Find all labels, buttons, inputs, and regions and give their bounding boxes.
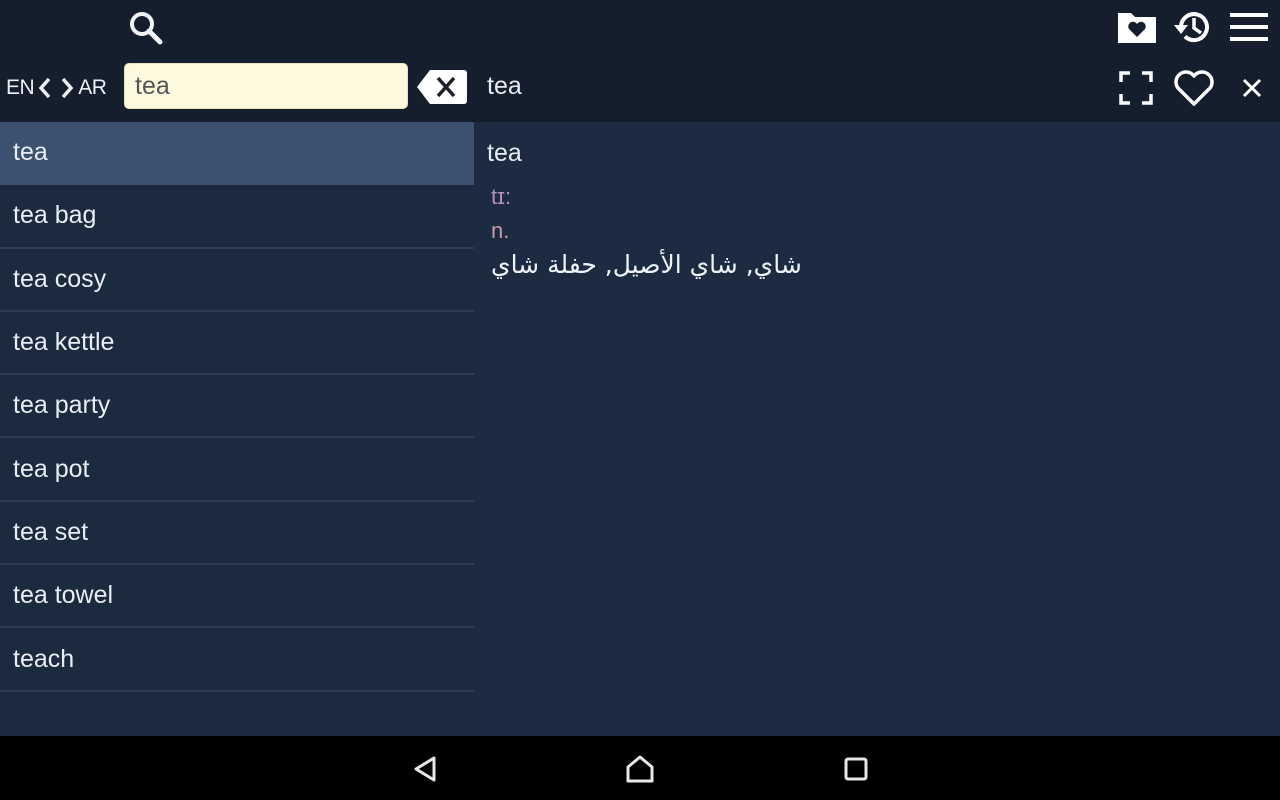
entry-detail: tea tɪ: n. شاي, شاي الأصيل, حفلة شاي	[474, 122, 1280, 736]
list-item[interactable]: tea	[0, 122, 474, 186]
list-item[interactable]: tea party	[0, 375, 474, 439]
entry-pronunciation: tɪ:	[491, 184, 512, 209]
target-language[interactable]: AR	[78, 76, 107, 100]
entry-translation: شاي, شاي الأصيل, حفلة شاي	[491, 250, 802, 279]
top-app-bar: EN AR tea	[0, 0, 1280, 122]
list-item[interactable]: tea kettle	[0, 312, 474, 376]
home-icon[interactable]	[623, 752, 657, 786]
history-icon[interactable]	[1170, 4, 1216, 50]
system-nav-bar	[0, 736, 1280, 800]
list-item[interactable]: teach	[0, 628, 474, 692]
language-switcher: EN AR	[6, 73, 107, 103]
menu-icon[interactable]	[1226, 4, 1272, 50]
toolbar-actions	[1114, 4, 1272, 50]
source-language[interactable]: EN	[6, 76, 35, 100]
detail-actions	[1114, 64, 1274, 112]
list-item[interactable]: tea set	[0, 502, 474, 566]
back-icon[interactable]	[408, 752, 442, 786]
list-item[interactable]: tea bag	[0, 185, 474, 249]
entry-word: tea	[487, 139, 522, 167]
results-list: tea tea bag tea cosy tea kettle tea part…	[0, 122, 474, 736]
backspace-clear-icon[interactable]	[416, 68, 468, 106]
search-input[interactable]	[124, 63, 408, 109]
list-item[interactable]: tea pot	[0, 438, 474, 502]
favorite-heart-icon[interactable]	[1172, 64, 1216, 112]
list-item[interactable]: tea towel	[0, 565, 474, 629]
favorites-folder-icon[interactable]	[1114, 4, 1160, 50]
entry-part-of-speech: n.	[491, 218, 510, 243]
list-item[interactable]: tea cosy	[0, 249, 474, 312]
fullscreen-icon[interactable]	[1114, 64, 1158, 112]
chevron-left-icon[interactable]	[34, 74, 56, 102]
detail-header-word: tea	[487, 72, 522, 100]
close-icon[interactable]	[1230, 64, 1274, 112]
search-icon[interactable]	[124, 6, 168, 50]
chevron-right-icon[interactable]	[56, 74, 78, 102]
recents-icon[interactable]	[839, 752, 873, 786]
